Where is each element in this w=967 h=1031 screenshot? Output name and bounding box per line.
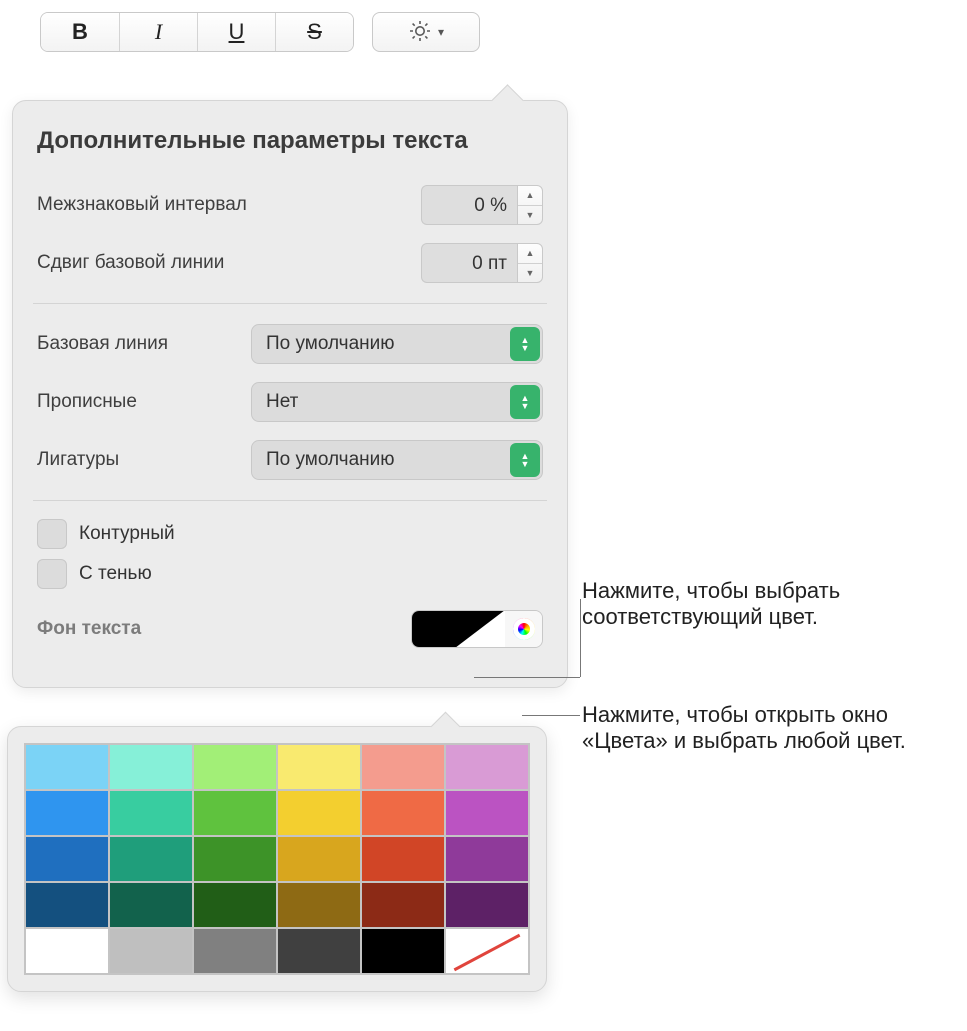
advanced-text-panel: Дополнительные параметры текста Межзнако… [12, 100, 568, 688]
color-swatch[interactable] [109, 836, 193, 882]
gear-icon [408, 19, 432, 46]
baseline-select[interactable]: По умолчанию ▲▼ [251, 324, 543, 364]
color-swatch[interactable] [25, 882, 109, 928]
character-spacing-row: Межзнаковый интервал 0 % ▲▼ [37, 183, 543, 227]
capitalization-label: Прописные [37, 391, 137, 413]
color-swatch[interactable] [193, 790, 277, 836]
color-swatch[interactable] [277, 744, 361, 790]
character-spacing-stepper[interactable]: 0 % ▲▼ [421, 185, 543, 225]
color-swatch[interactable] [361, 790, 445, 836]
shadow-checkbox[interactable] [37, 559, 67, 589]
character-spacing-value[interactable]: 0 % [421, 185, 517, 225]
italic-button[interactable]: I [119, 13, 197, 51]
chevron-down-icon: ▾ [438, 25, 444, 39]
text-background-row: Фон текста [37, 607, 543, 651]
color-swatch-button[interactable] [412, 611, 504, 647]
color-wheel-button[interactable] [504, 611, 542, 647]
color-swatch[interactable] [445, 744, 529, 790]
color-wheel-icon [513, 618, 535, 640]
character-spacing-label: Межзнаковый интервал [37, 194, 247, 216]
callout-leader [474, 677, 580, 678]
color-swatch[interactable] [445, 928, 529, 974]
shadow-checkbox-row: С тенью [37, 559, 543, 589]
callout-leader [522, 715, 580, 716]
color-swatch[interactable] [445, 882, 529, 928]
baseline-shift-label: Сдвиг базовой линии [37, 252, 224, 274]
capitalization-row: Прописные Нет ▲▼ [37, 380, 543, 424]
color-swatch[interactable] [25, 928, 109, 974]
strikethrough-button[interactable]: S [275, 13, 353, 51]
text-background-color-control [411, 610, 543, 648]
color-swatch[interactable] [277, 928, 361, 974]
color-swatch[interactable] [193, 744, 277, 790]
ligatures-select[interactable]: По умолчанию ▲▼ [251, 440, 543, 480]
ligatures-value: По умолчанию [266, 449, 395, 471]
ligatures-label: Лигатуры [37, 449, 119, 471]
bold-button[interactable]: B [41, 13, 119, 51]
color-swatch[interactable] [277, 836, 361, 882]
style-toolbar: B I U S ▾ [40, 12, 568, 52]
color-swatch[interactable] [109, 928, 193, 974]
text-background-label: Фон текста [37, 618, 141, 640]
stepper-arrows[interactable]: ▲▼ [517, 185, 543, 225]
capitalization-value: Нет [266, 391, 298, 413]
color-swatch[interactable] [193, 836, 277, 882]
panel-title: Дополнительные параметры текста [37, 127, 543, 155]
divider [33, 500, 547, 501]
divider [33, 303, 547, 304]
color-swatch[interactable] [277, 882, 361, 928]
outline-checkbox-row: Контурный [37, 519, 543, 549]
color-swatch[interactable] [361, 928, 445, 974]
color-swatch[interactable] [277, 790, 361, 836]
color-palette-popover [7, 726, 547, 992]
select-caret-icon: ▲▼ [510, 327, 540, 361]
color-swatch[interactable] [361, 836, 445, 882]
underline-button[interactable]: U [197, 13, 275, 51]
outline-checkbox[interactable] [37, 519, 67, 549]
baseline-row: Базовая линия По умолчанию ▲▼ [37, 322, 543, 366]
baseline-shift-value[interactable]: 0 пт [421, 243, 517, 283]
select-caret-icon: ▲▼ [510, 443, 540, 477]
color-swatch[interactable] [193, 882, 277, 928]
outline-label: Контурный [79, 523, 175, 545]
callout-wheel: Нажмите, чтобы открыть окно «Цвета» и вы… [582, 702, 962, 754]
color-swatch[interactable] [109, 790, 193, 836]
capitalization-select[interactable]: Нет ▲▼ [251, 382, 543, 422]
baseline-label: Базовая линия [37, 333, 168, 355]
color-swatch[interactable] [25, 836, 109, 882]
ligatures-row: Лигатуры По умолчанию ▲▼ [37, 438, 543, 482]
callout-swatch: Нажмите, чтобы выбрать соответствующий ц… [582, 578, 962, 630]
baseline-shift-stepper[interactable]: 0 пт ▲▼ [421, 243, 543, 283]
select-caret-icon: ▲▼ [510, 385, 540, 419]
baseline-shift-row: Сдвиг базовой линии 0 пт ▲▼ [37, 241, 543, 285]
color-swatch[interactable] [25, 744, 109, 790]
advanced-options-button[interactable]: ▾ [372, 12, 480, 52]
color-swatch[interactable] [445, 790, 529, 836]
shadow-label: С тенью [79, 563, 152, 585]
color-swatch[interactable] [361, 744, 445, 790]
color-swatch[interactable] [445, 836, 529, 882]
text-style-segment: B I U S [40, 12, 354, 52]
color-swatch[interactable] [109, 744, 193, 790]
baseline-value: По умолчанию [266, 333, 395, 355]
color-swatch[interactable] [25, 790, 109, 836]
stepper-arrows[interactable]: ▲▼ [517, 243, 543, 283]
color-swatch[interactable] [109, 882, 193, 928]
color-grid [24, 743, 530, 975]
color-swatch[interactable] [193, 928, 277, 974]
color-swatch[interactable] [361, 882, 445, 928]
